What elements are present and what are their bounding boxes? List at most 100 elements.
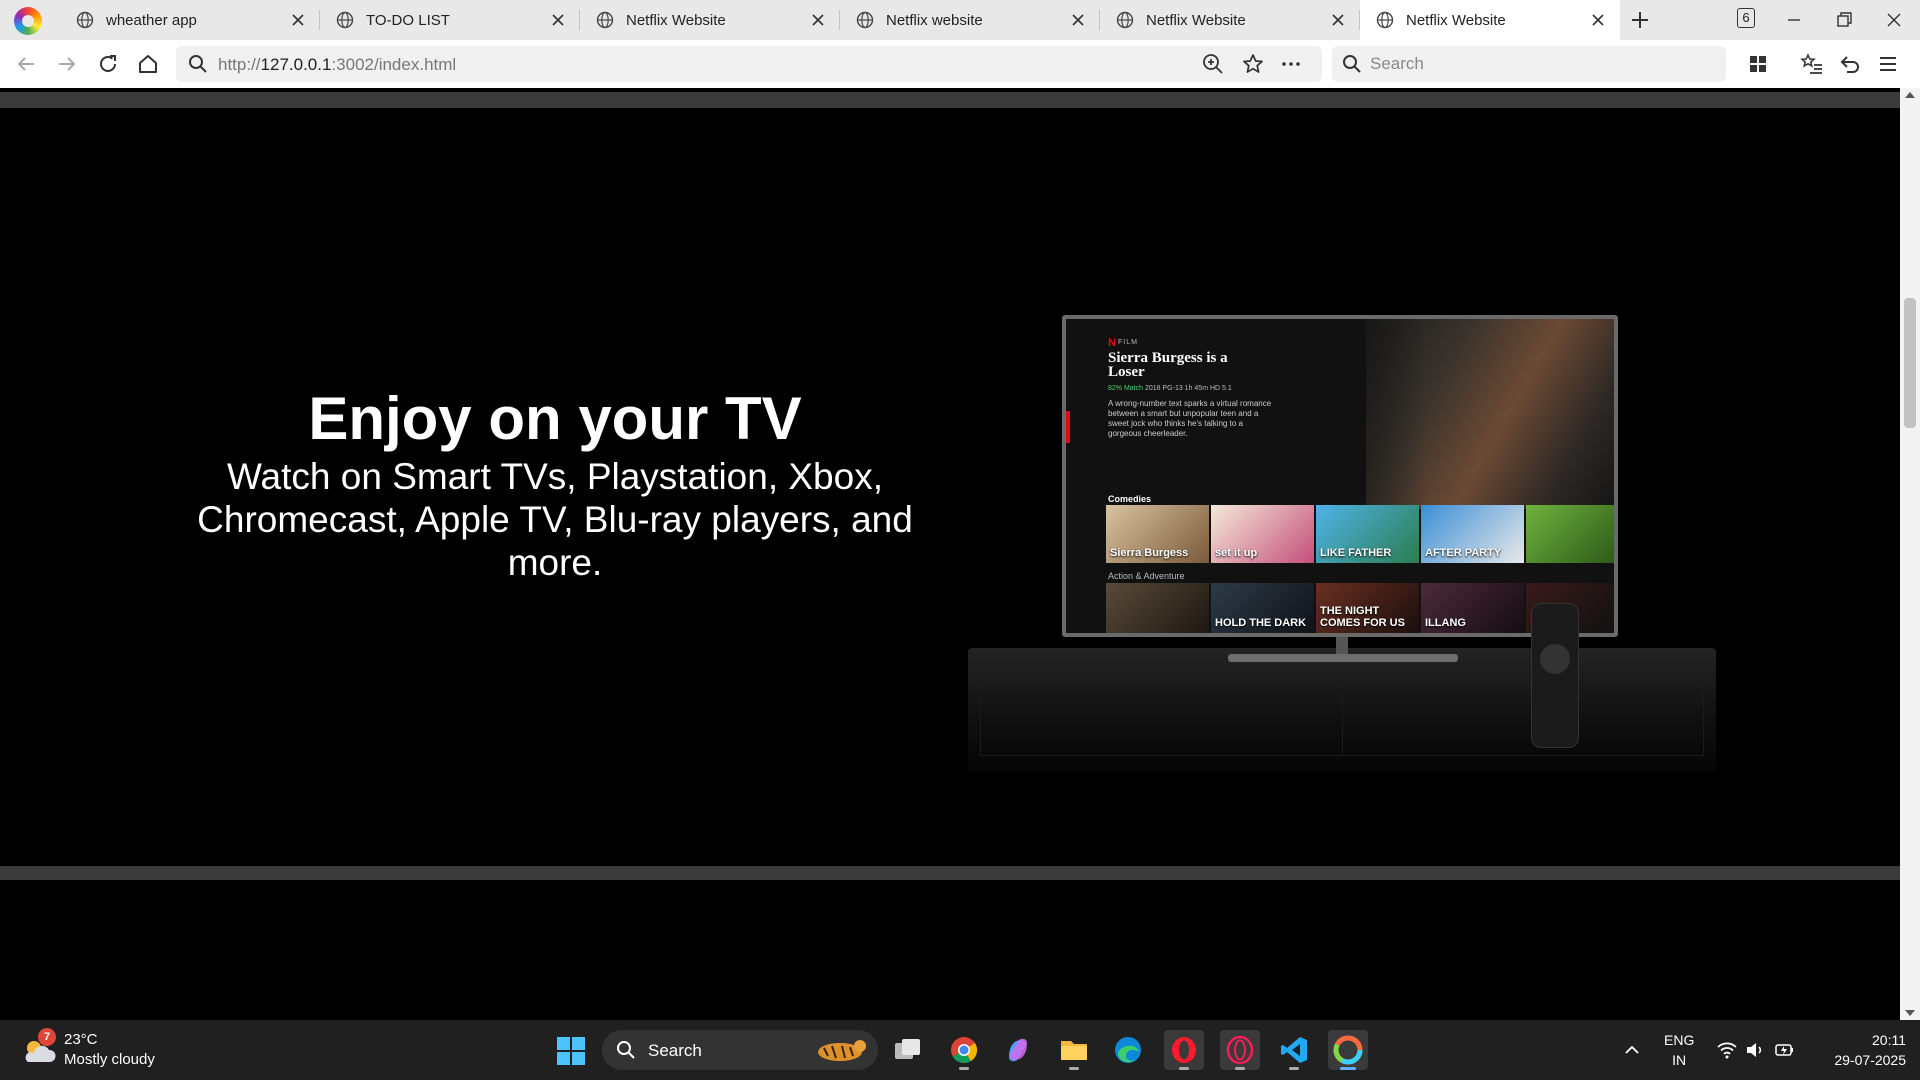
opera-gx-icon[interactable] [1220, 1030, 1260, 1070]
tv-tile [1526, 505, 1614, 563]
tab-netflix-website-3[interactable]: Netflix Website [1100, 0, 1360, 40]
wifi-icon[interactable] [1716, 1040, 1738, 1060]
close-icon[interactable] [1590, 12, 1606, 28]
opera-glyph [1172, 1037, 1196, 1063]
tab-title: Netflix Website [626, 11, 726, 29]
chrome-icon[interactable] [944, 1030, 984, 1070]
url-path: :3002/index.html [331, 55, 457, 74]
tv-cabinet-image [968, 648, 1716, 772]
close-icon[interactable] [810, 12, 826, 28]
tv-image: N FILM Sierra Burgess is a Loser 82% Mat… [1062, 315, 1618, 637]
file-explorer-icon[interactable] [1054, 1030, 1094, 1070]
scrollbar-thumb[interactable] [1904, 298, 1916, 428]
globe-icon [1376, 11, 1394, 29]
weather-widget[interactable]: 7 23°C Mostly cloudy [20, 1028, 180, 1072]
tv-show-synopsis: A wrong-number text sparks a virtual rom… [1108, 399, 1272, 438]
tv-row-label: Action & Adventure [1108, 571, 1185, 581]
back-arrow-icon[interactable] [14, 52, 38, 76]
tab-title: Netflix website [886, 11, 983, 29]
scroll-down-arrow-icon[interactable] [1904, 1008, 1916, 1018]
tv-show-title: Sierra Burgess is a Loser [1108, 350, 1228, 380]
reload-icon[interactable] [96, 52, 120, 76]
tv-tile: Sierra Burgess [1106, 505, 1209, 563]
tv-hero-fade [1286, 319, 1426, 509]
apps-grid-icon[interactable] [1746, 52, 1770, 76]
tab-netflix-website-active[interactable]: Netflix Website [1360, 0, 1620, 40]
battery-charging-icon[interactable] [1774, 1040, 1796, 1060]
task-view-icon[interactable] [888, 1030, 928, 1070]
tv-tile: ILLANG [1421, 583, 1524, 633]
tv-match-score: 82% Match [1108, 385, 1144, 392]
globe-icon [596, 11, 614, 29]
tv-tile-label: THE NIGHT COMES FOR US [1320, 605, 1405, 629]
page-scrollbar[interactable] [1900, 88, 1920, 1020]
language-code: ENG [1664, 1032, 1695, 1048]
tab-title: Netflix Website [1146, 11, 1246, 29]
search-icon [1343, 55, 1361, 73]
web-search-box[interactable] [1332, 46, 1726, 82]
url-prefix: http:// [218, 55, 261, 74]
minimize-icon[interactable] [1782, 8, 1806, 32]
vscode-glyph [1281, 1037, 1307, 1063]
favorites-list-icon[interactable] [1800, 52, 1824, 76]
tv-tile: LIKE FATHER [1316, 505, 1419, 563]
page-viewport: Enjoy on your TV Watch on Smart TVs, Pla… [0, 88, 1900, 1020]
globe-icon [76, 11, 94, 29]
opera-gx-glyph [1226, 1035, 1254, 1065]
running-indicator [1289, 1067, 1299, 1070]
tv-screen: N FILM Sierra Burgess is a Loser 82% Mat… [1066, 319, 1614, 633]
copilot-icon[interactable] [998, 1030, 1038, 1070]
feature-description: Watch on Smart TVs, Playstation, Xbox, C… [197, 456, 913, 583]
tv-neck [1336, 635, 1348, 655]
more-options-icon[interactable] [1280, 53, 1302, 75]
tv-foot [1228, 654, 1458, 662]
tv-meta-details: 2018 PG-13 1h 45m HD 5.1 [1144, 385, 1232, 392]
volume-icon[interactable] [1744, 1040, 1766, 1060]
weather-temperature: 23°C [64, 1031, 98, 1048]
section-divider [0, 866, 1900, 880]
close-icon[interactable] [1070, 12, 1086, 28]
clock-time: 20:11 [1872, 1032, 1906, 1048]
running-indicator [1179, 1067, 1189, 1070]
search-input[interactable] [1370, 48, 1710, 80]
restore-icon[interactable] [1832, 8, 1856, 32]
opera-icon[interactable] [1164, 1030, 1204, 1070]
system-clock[interactable]: 20:11 29-07-2025 [1810, 1030, 1906, 1070]
url-host: 127.0.0.1 [260, 55, 332, 74]
home-icon[interactable] [136, 52, 160, 76]
zoom-icon[interactable] [1202, 53, 1224, 75]
vscode-icon[interactable] [1274, 1030, 1314, 1070]
scroll-up-arrow-icon[interactable] [1904, 90, 1916, 100]
task-view-glyph [895, 1039, 920, 1059]
tv-tile [1106, 583, 1209, 633]
copilot-glyph [1009, 1038, 1027, 1062]
close-icon[interactable] [1330, 12, 1346, 28]
chevron-up-icon[interactable] [1622, 1040, 1642, 1060]
close-window-icon[interactable] [1882, 8, 1906, 32]
tab-netflix-website-2[interactable]: Netflix website [840, 0, 1100, 40]
weather-alert-badge: 7 [38, 1028, 56, 1046]
tab-netflix-website-1[interactable]: Netflix Website [580, 0, 840, 40]
close-icon[interactable] [550, 12, 566, 28]
new-tab-plus-icon[interactable] [1628, 8, 1652, 32]
url-text[interactable]: http://127.0.0.1:3002/index.html [218, 55, 456, 75]
tv-accent-bar [1066, 411, 1070, 443]
edge-glyph [1115, 1037, 1141, 1063]
browser-logo-icon[interactable] [14, 7, 42, 35]
tab-count-badge[interactable]: 6 [1737, 8, 1755, 28]
history-undo-icon[interactable] [1838, 52, 1862, 76]
chrome-glyph [951, 1037, 978, 1064]
tv-tile: set it up [1211, 505, 1314, 563]
tab-wheather-app[interactable]: wheather app [60, 0, 320, 40]
address-bar[interactable]: http://127.0.0.1:3002/index.html [176, 46, 1322, 82]
forward-arrow-icon[interactable] [55, 52, 79, 76]
language-indicator[interactable]: ENG IN [1664, 1030, 1694, 1070]
tab-todo-list[interactable]: TO-DO LIST [320, 0, 580, 40]
edge-icon[interactable] [1108, 1030, 1148, 1070]
windows-start-icon[interactable] [556, 1036, 586, 1066]
menu-hamburger-icon[interactable] [1876, 52, 1900, 76]
browser-taskbar-icon[interactable] [1328, 1030, 1368, 1070]
close-icon[interactable] [290, 12, 306, 28]
bookmark-star-icon[interactable] [1242, 53, 1264, 75]
taskbar-search[interactable]: Search [602, 1030, 878, 1070]
